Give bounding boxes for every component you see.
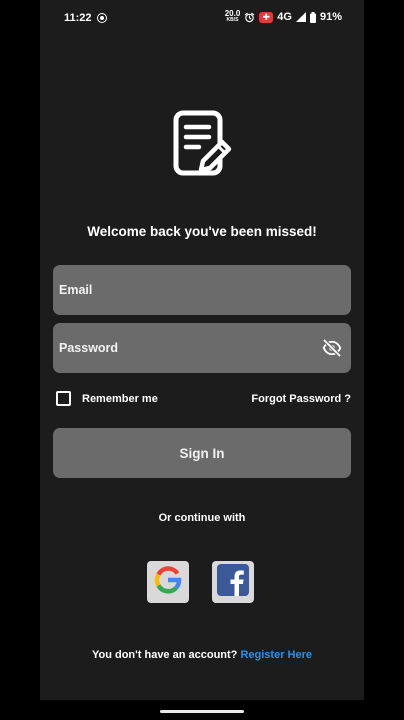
google-sign-in-button[interactable] <box>147 561 189 603</box>
status-time: 11:22 <box>64 12 92 24</box>
record-icon <box>97 13 107 23</box>
vpn-icon: ✚ <box>259 11 274 23</box>
phone-screen: 11:22 20.0 KB/S ✚ 4G 91% Welcome back yo… <box>0 0 404 720</box>
net-speed-unit: KB/S <box>226 17 239 23</box>
signal-icon <box>295 12 306 22</box>
password-field[interactable] <box>53 323 351 373</box>
register-row: You don't have an account? Register Here <box>40 649 364 661</box>
net-speed: 20.0 KB/S <box>225 10 241 24</box>
google-icon <box>154 565 182 599</box>
forgot-password-link[interactable]: Forgot Password ? <box>251 393 351 405</box>
home-indicator[interactable] <box>160 710 244 713</box>
status-indicators: 20.0 KB/S ✚ 4G 91% <box>225 9 342 25</box>
visibility-off-icon[interactable] <box>322 338 342 358</box>
battery-icon <box>309 11 316 23</box>
facebook-icon <box>217 563 249 601</box>
register-link[interactable]: Register Here <box>240 649 312 661</box>
status-bar: 11:22 20.0 KB/S ✚ 4G 91% <box>40 0 364 36</box>
facebook-sign-in-button[interactable] <box>212 561 254 603</box>
alarm-icon <box>244 12 255 23</box>
email-field[interactable] <box>53 265 351 315</box>
continue-with-text: Or continue with <box>158 512 246 524</box>
note-edit-icon <box>173 110 233 178</box>
welcome-heading: Welcome back you've been missed! <box>87 224 317 239</box>
sign-in-button[interactable]: Sign In <box>53 428 351 478</box>
register-prompt: You don't have an account? <box>91 649 238 661</box>
remember-me-label: Remember me <box>82 392 158 405</box>
remember-me-checkbox[interactable] <box>56 391 71 406</box>
net-speed-value: 20.0 <box>224 9 241 18</box>
remember-me-row[interactable]: Remember me <box>56 391 158 406</box>
password-input[interactable] <box>53 323 351 373</box>
email-input[interactable] <box>53 265 351 315</box>
network-type: 4G <box>277 11 292 23</box>
battery-level: 91% <box>319 11 342 23</box>
